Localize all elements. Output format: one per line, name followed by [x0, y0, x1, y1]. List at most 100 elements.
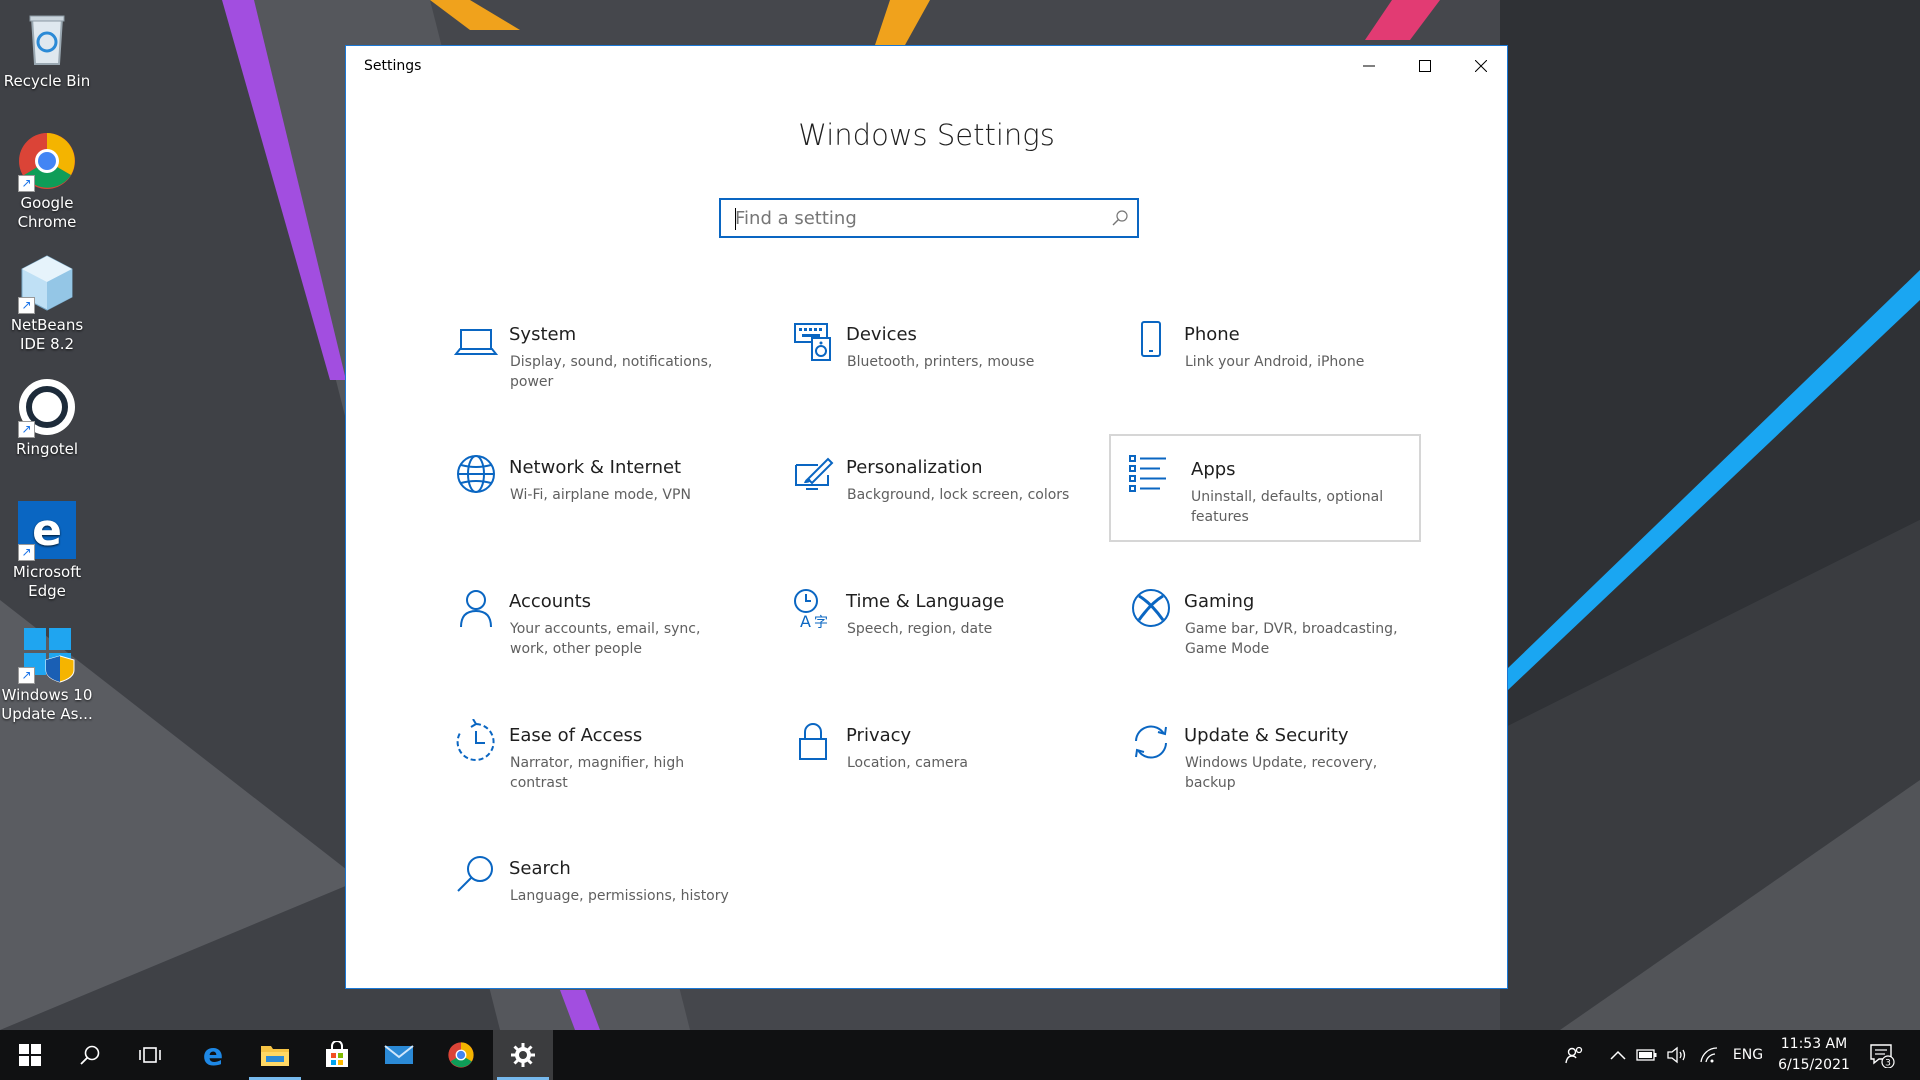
- globe-icon: [457, 455, 495, 493]
- category-description: Bluetooth, printers, mouse: [847, 354, 1035, 370]
- start-button[interactable]: [0, 1030, 60, 1080]
- desktop-icon-ringotel[interactable]: ↗ Ringotel: [0, 376, 94, 459]
- clock-time: 11:53 AM: [1780, 1036, 1848, 1052]
- shortcut-arrow-icon: ↗: [18, 667, 35, 684]
- paintbrush-icon: [795, 457, 834, 490]
- taskbar-search-button[interactable]: [60, 1030, 120, 1080]
- close-button[interactable]: [1453, 46, 1509, 86]
- desktop-icon-label: Microsoft Edge: [12, 563, 82, 600]
- category-title: Time & Language: [846, 591, 1005, 612]
- taskbar-file-explorer-button[interactable]: [245, 1030, 305, 1080]
- category-title: Ease of Access: [509, 725, 643, 746]
- lock-icon: [799, 723, 827, 760]
- desktop-icon-recycle-bin[interactable]: Recycle Bin: [0, 8, 94, 91]
- category-time-language[interactable]: A 字 Time & Language Speech, region, date: [776, 573, 1088, 681]
- windows-logo-icon: [19, 1044, 41, 1066]
- windows-update-assistant-icon: ↗: [16, 622, 78, 684]
- category-description: Game bar, DVR, broadcasting, Game Mode: [1185, 621, 1398, 657]
- clock-date: 6/15/2021: [1778, 1057, 1850, 1073]
- find-setting-search-box[interactable]: [719, 198, 1139, 238]
- desktop-icon-label: Google Chrome: [17, 194, 77, 231]
- taskbar-edge-button[interactable]: e: [183, 1030, 243, 1080]
- category-network-internet[interactable]: Network & Internet Wi-Fi, airplane mode,…: [439, 439, 751, 547]
- wifi-icon: [1700, 1047, 1718, 1063]
- people-icon: [1565, 1046, 1583, 1064]
- category-ease-of-access[interactable]: Ease of Access Narrator, magnifier, high…: [439, 707, 751, 815]
- category-description: Narrator, magnifier, high contrast: [510, 755, 685, 791]
- category-description: Speech, region, date: [847, 621, 993, 637]
- gear-icon: [511, 1043, 535, 1067]
- category-update-security[interactable]: Update & Security Windows Update, recove…: [1114, 707, 1426, 815]
- category-personalization[interactable]: Personalization Background, lock screen,…: [776, 439, 1088, 547]
- network-button[interactable]: [1696, 1030, 1722, 1080]
- category-description: Display, sound, notifications, power: [510, 354, 713, 390]
- category-system[interactable]: System Display, sound, notifications, po…: [439, 306, 751, 414]
- chevron-up-icon: [1610, 1050, 1626, 1060]
- category-description: Wi-Fi, airplane mode, VPN: [510, 487, 691, 503]
- category-search[interactable]: Search Language, permissions, history: [439, 840, 751, 948]
- category-privacy[interactable]: Privacy Location, camera: [776, 707, 1088, 815]
- maximize-button[interactable]: [1397, 46, 1453, 86]
- shortcut-arrow-icon: ↗: [18, 297, 35, 314]
- desktop-icon-google-chrome[interactable]: ↗ Google Chrome: [0, 130, 94, 232]
- edge-icon: e: [203, 1041, 223, 1069]
- category-accounts[interactable]: Accounts Your accounts, email, sync, wor…: [439, 573, 751, 681]
- page-title: Windows Settings: [798, 118, 1055, 152]
- category-title: Phone: [1184, 324, 1240, 345]
- action-center-button[interactable]: 3: [1862, 1030, 1902, 1080]
- taskbar-store-button[interactable]: [307, 1030, 367, 1080]
- settings-window: Settings Windows Settings System Display…: [345, 45, 1508, 989]
- input-language: ENG: [1732, 1047, 1764, 1063]
- category-title: Gaming: [1184, 591, 1255, 612]
- desktop-icon-label: NetBeans IDE 8.2: [10, 316, 84, 353]
- desktop-icon-label: Ringotel: [15, 440, 79, 458]
- store-bag-icon: [326, 1041, 348, 1067]
- category-title: Personalization: [846, 457, 983, 478]
- taskbar: e ENG 11:53 AM 6/15/2021 3: [0, 1030, 1920, 1080]
- notification-icon: 3: [1870, 1044, 1895, 1068]
- category-description: Link your Android, iPhone: [1185, 354, 1365, 370]
- desktop-icon-windows-update-assistant[interactable]: ↗ Windows 10 Update As...: [0, 622, 94, 724]
- category-title: Devices: [846, 324, 917, 345]
- battery-icon: [1636, 1049, 1657, 1061]
- taskbar-settings-button[interactable]: [493, 1030, 553, 1080]
- battery-button[interactable]: [1634, 1030, 1660, 1080]
- category-title: System: [509, 324, 577, 345]
- sync-arrows-icon: [1135, 725, 1167, 759]
- taskbar-mail-button[interactable]: [369, 1030, 429, 1080]
- person-icon: [460, 590, 492, 628]
- shortcut-arrow-icon: ↗: [18, 544, 35, 561]
- input-language-button[interactable]: ENG: [1728, 1030, 1768, 1080]
- category-gaming[interactable]: Gaming Game bar, DVR, broadcasting, Game…: [1114, 573, 1426, 681]
- show-hidden-icons-button[interactable]: [1606, 1030, 1630, 1080]
- taskbar-chrome-button[interactable]: [431, 1030, 491, 1080]
- desktop-icon-microsoft-edge[interactable]: e ↗ Microsoft Edge: [0, 499, 94, 601]
- people-button[interactable]: [1560, 1030, 1590, 1080]
- laptop-icon: [453, 329, 499, 355]
- category-description: Location, camera: [847, 755, 968, 771]
- desktop-icon-label: Windows 10 Update As...: [1, 686, 93, 723]
- shortcut-arrow-icon: ↗: [18, 421, 35, 438]
- apps-list-icon: [1129, 455, 1166, 492]
- clock[interactable]: 11:53 AM 6/15/2021: [1766, 1034, 1862, 1076]
- category-phone[interactable]: Phone Link your Android, iPhone: [1114, 306, 1426, 414]
- category-title: Accounts: [509, 591, 592, 612]
- volume-button[interactable]: [1664, 1030, 1690, 1080]
- desktop-icon-netbeans[interactable]: ↗ NetBeans IDE 8.2: [0, 252, 94, 354]
- minimize-button[interactable]: [1341, 46, 1397, 86]
- speaker-icon: [1667, 1046, 1686, 1064]
- category-apps[interactable]: Apps Uninstall, defaults, optional featu…: [1109, 434, 1421, 542]
- category-title: Update & Security: [1184, 725, 1349, 746]
- title-bar[interactable]: Settings: [346, 46, 1507, 86]
- close-icon: [1475, 60, 1487, 72]
- time-language-icon: A 字: [794, 589, 828, 631]
- task-view-button[interactable]: [120, 1030, 180, 1080]
- phone-icon: [1141, 321, 1161, 357]
- magnifier-icon: [457, 856, 493, 892]
- chrome-icon: [448, 1042, 474, 1068]
- category-title: Network & Internet: [509, 457, 682, 478]
- xbox-icon: [1132, 589, 1170, 627]
- category-devices[interactable]: Devices Bluetooth, printers, mouse: [776, 306, 1088, 414]
- netbeans-icon: ↗: [16, 252, 78, 314]
- search-input[interactable]: [721, 200, 1109, 236]
